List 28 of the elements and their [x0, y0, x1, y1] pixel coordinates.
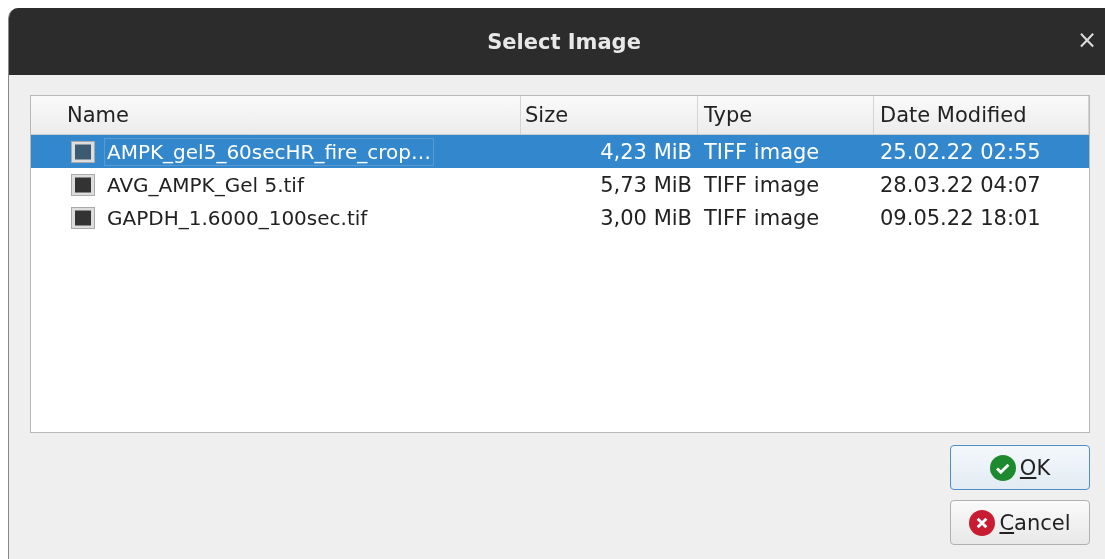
- column-header[interactable]: Date Modified: [874, 96, 1089, 134]
- date-modified: 09.05.22 18:01: [879, 204, 1042, 232]
- column-header[interactable]: Size: [521, 96, 698, 134]
- file-name: AMPK_gel5_60secHR_fire_crop…: [105, 138, 433, 165]
- cancel-button[interactable]: Cancel: [950, 500, 1090, 545]
- cancel-icon: [969, 509, 996, 536]
- ok-button[interactable]: OK: [950, 445, 1090, 490]
- checkmark-icon: [989, 454, 1016, 481]
- file-size: 3,00 MiB: [599, 204, 693, 232]
- column-header[interactable]: Type: [698, 96, 874, 134]
- file-type: TIFF image: [703, 204, 821, 232]
- file-size: 5,73 MiB: [599, 171, 693, 199]
- file-type: TIFF image: [703, 171, 821, 199]
- file-name: AVG_AMPK_Gel 5.tif: [106, 171, 306, 198]
- image-file-icon: [71, 173, 95, 196]
- file-size: 4,23 MiB: [599, 138, 693, 166]
- close-button[interactable]: ×: [1076, 26, 1097, 54]
- file-name: GAPDH_1.6000_100sec.tif: [106, 204, 369, 231]
- file-row[interactable]: GAPDH_1.6000_100sec.tif 3,00 MiB TIFF image 09.05.22 18:01: [31, 201, 1089, 234]
- date-modified: 28.03.22 04:07: [879, 171, 1042, 199]
- file-type: TIFF image: [703, 138, 821, 166]
- image-file-icon: [71, 140, 95, 163]
- date-modified: 25.02.22 02:55: [879, 138, 1042, 166]
- file-row[interactable]: AMPK_gel5_60secHR_fire_crop… 4,23 MiB TIFF image 25.02.22 02:55: [31, 135, 1089, 168]
- column-header[interactable]: Name: [31, 96, 521, 134]
- image-file-icon: [71, 206, 95, 229]
- window-title: Select Image: [487, 29, 641, 54]
- file-row[interactable]: AVG_AMPK_Gel 5.tif 5,73 MiB TIFF image 28.03.22 04:07: [31, 168, 1089, 201]
